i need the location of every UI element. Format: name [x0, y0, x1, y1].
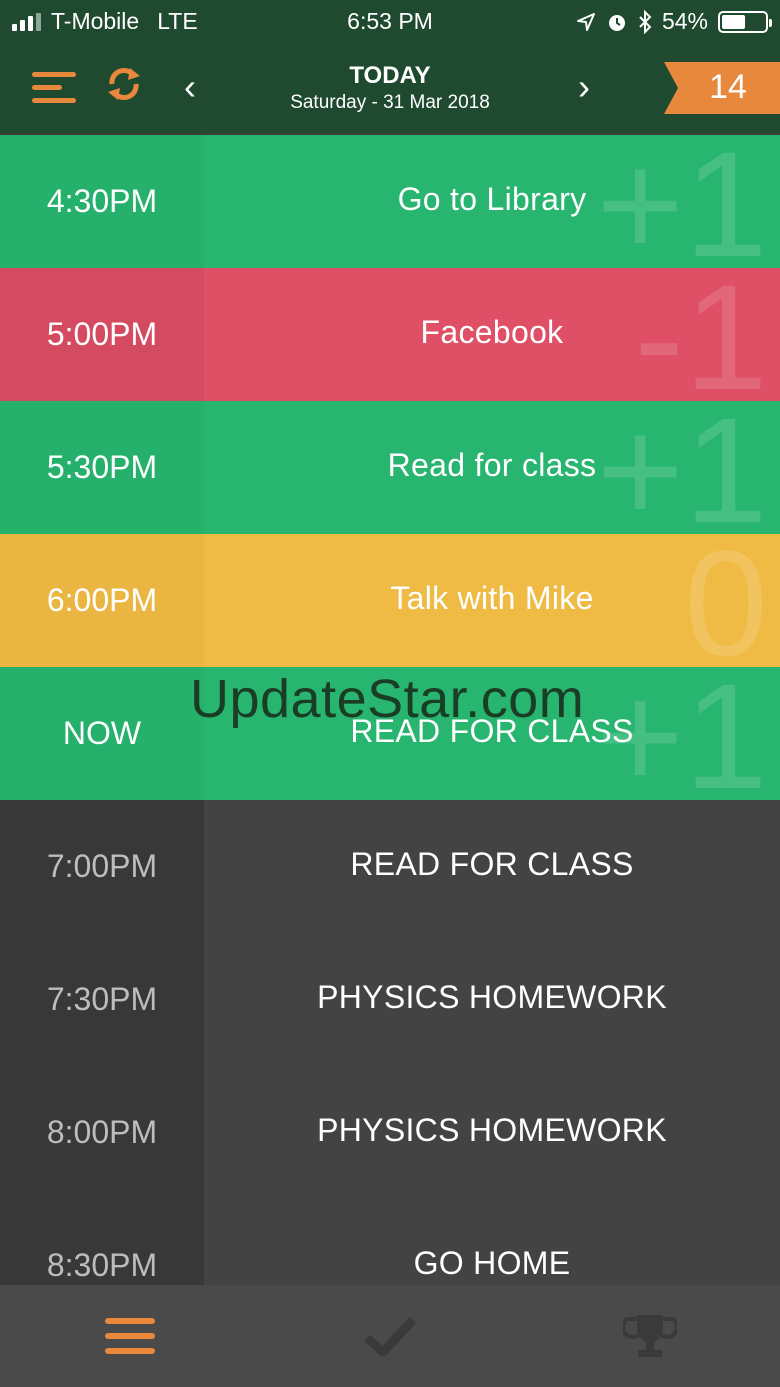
- row-task-label: READ FOR CLASS: [350, 846, 634, 882]
- page-title: TODAY: [349, 62, 431, 89]
- schedule-row[interactable]: 5:30PM Read for class +1: [0, 395, 780, 545]
- row-task: PHYSICS HOMEWORK: [204, 933, 780, 1066]
- row-time: 6:00PM: [0, 534, 204, 667]
- trophy-icon: [623, 1315, 677, 1357]
- row-time: NOW: [0, 667, 204, 800]
- header: T-Mobile LTE 6:53 PM 54% ‹ TODAY Saturda…: [0, 0, 780, 133]
- schedule-row[interactable]: 4:30PM Go to Library +1: [0, 135, 780, 279]
- row-task-label: GO HOME: [413, 1245, 571, 1281]
- date-title: TODAY Saturday - 31 Mar 2018: [240, 62, 540, 114]
- tab-trophy[interactable]: [520, 1285, 780, 1387]
- row-time: 4:30PM: [0, 135, 204, 268]
- row-time: 5:00PM: [0, 268, 204, 401]
- row-task-label: Facebook: [420, 314, 564, 350]
- row-task: Facebook -1: [204, 262, 780, 412]
- tab-schedule[interactable]: [0, 1285, 260, 1387]
- row-task-label: PHYSICS HOMEWORK: [317, 979, 667, 1015]
- page-date: Saturday - 31 Mar 2018: [290, 92, 490, 113]
- row-task: PHYSICS HOMEWORK: [204, 1066, 780, 1199]
- alarm-icon: [608, 14, 625, 31]
- row-task: Go to Library +1: [204, 135, 780, 279]
- status-bar: T-Mobile LTE 6:53 PM 54%: [0, 0, 780, 44]
- row-task: Read for class +1: [204, 395, 780, 545]
- row-task-label: Read for class: [387, 447, 597, 483]
- row-task-label: PHYSICS HOMEWORK: [317, 1112, 667, 1148]
- tab-done[interactable]: [260, 1285, 520, 1387]
- row-task: GO HOME: [204, 1199, 780, 1285]
- row-time: 8:00PM: [0, 1066, 204, 1199]
- row-task: Talk with Mike 0: [204, 528, 780, 678]
- location-icon: [576, 12, 595, 31]
- status-right: 54%: [576, 8, 772, 35]
- previous-day-icon[interactable]: ‹: [184, 66, 196, 108]
- watermark: UpdateStar.com: [190, 669, 585, 729]
- badge-count: 14: [709, 68, 747, 106]
- schedule-row[interactable]: 7:30PM PHYSICS HOMEWORK: [0, 933, 780, 1066]
- row-time: 7:00PM: [0, 800, 204, 933]
- list-icon: [105, 1318, 155, 1354]
- next-day-icon[interactable]: ›: [578, 66, 590, 108]
- sync-icon[interactable]: [104, 64, 144, 104]
- row-time: 7:30PM: [0, 933, 204, 1066]
- schedule-row[interactable]: 8:30PM GO HOME: [0, 1199, 780, 1285]
- tab-bar: [0, 1285, 780, 1387]
- score-badge[interactable]: 14: [664, 62, 780, 114]
- nav-bar: ‹ TODAY Saturday - 31 Mar 2018 › 14: [0, 44, 780, 133]
- schedule-row[interactable]: 5:00PM Facebook -1: [0, 262, 780, 412]
- bluetooth-icon: [639, 9, 652, 34]
- row-task-label: Go to Library: [397, 181, 587, 217]
- schedule-row[interactable]: 8:00PM PHYSICS HOMEWORK: [0, 1066, 780, 1199]
- battery-icon: [718, 10, 772, 33]
- row-time: 8:30PM: [0, 1199, 204, 1285]
- checkmark-icon: [364, 1316, 417, 1357]
- row-task-label: Talk with Mike: [390, 580, 594, 616]
- menu-icon[interactable]: [32, 68, 76, 108]
- battery-percent: 54%: [661, 8, 708, 34]
- row-time: 5:30PM: [0, 401, 204, 534]
